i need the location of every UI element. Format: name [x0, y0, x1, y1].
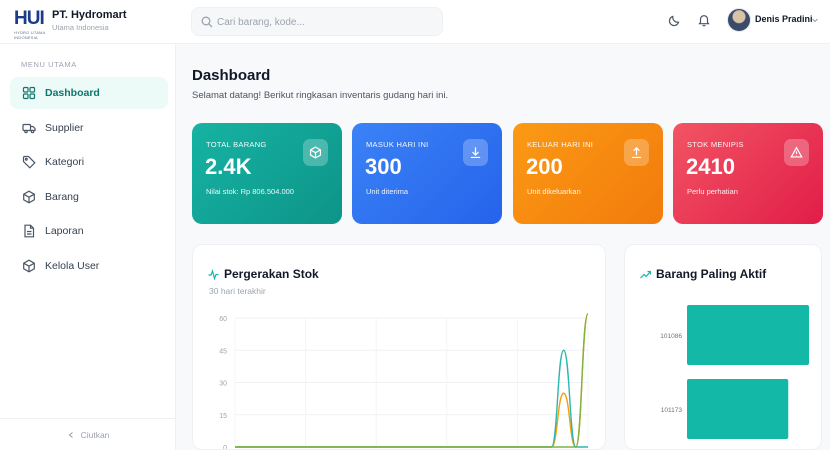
moon-icon[interactable]	[668, 13, 682, 27]
stat-label: MASUK HARI INI	[366, 140, 429, 149]
top-items-chart: 101086 101173	[660, 305, 809, 439]
logo-text: HUI	[14, 8, 45, 29]
series-line-0	[234, 313, 589, 448]
collapse-label: Ciutkan	[80, 429, 110, 440]
collapse-sidebar-button[interactable]: Ciutkan	[0, 418, 176, 450]
sidebar-item-kelola-user[interactable]: Kelola User	[10, 250, 168, 282]
user-name: Denis Pradini	[755, 14, 813, 24]
download-icon	[463, 139, 488, 166]
stat-label: STOK MENIPIS	[687, 140, 744, 149]
chevron-down-icon	[812, 18, 818, 23]
sidebar-heading: MENU UTAMA	[21, 60, 77, 69]
search-input[interactable]	[217, 13, 437, 31]
y-tick-label: 15	[219, 413, 227, 420]
stat-label: TOTAL BARANG	[206, 140, 267, 149]
stat-card-total-barang[interactable]: TOTAL BARANG 2.4K Nilai stok: Rp 806.504…	[192, 123, 342, 224]
top-items-panel: Barang Paling Aktif 101086 101173	[624, 244, 822, 450]
company-logo: HUI HYDRO UTAMA INDONESIA	[14, 8, 46, 41]
sidebar-item-label: Dashboard	[45, 87, 100, 99]
grid-icon	[22, 86, 36, 100]
sidebar-item-label: Kelola User	[45, 259, 100, 272]
warning-icon	[784, 139, 809, 166]
company-name: PT. Hydromart	[52, 9, 127, 21]
page-subtitle: Selamat datang! Berikut ringkasan invent…	[192, 90, 449, 101]
brand[interactable]: HUI HYDRO UTAMA INDONESIA PT. Hydromart …	[14, 6, 164, 41]
stock-movement-panel: Pergerakan Stok 30 hari terakhir 0 15 30 45…	[192, 244, 606, 450]
sidebar-item-dashboard[interactable]: Dashboard	[10, 77, 168, 109]
sidebar-item-label: Laporan	[45, 225, 84, 237]
stat-value: 2.4K	[205, 154, 252, 179]
stat-label: KELUAR HARI INI	[527, 140, 594, 149]
y-tick-label: 0	[223, 445, 227, 450]
stat-card-keluar[interactable]: KELUAR HARI INI 200 Unit dikeluarkan	[513, 123, 663, 224]
sidebar-item-laporan[interactable]: Laporan	[10, 215, 168, 247]
stat-card-stok-menipis[interactable]: STOK MENIPIS 2410 Perlu perhatian	[673, 123, 823, 224]
y-tick-label: 30	[219, 381, 227, 388]
top-bar: HUI HYDRO UTAMA INDONESIA PT. Hydromart …	[0, 0, 830, 44]
stat-value: 300	[365, 154, 402, 179]
cube-icon	[303, 139, 328, 166]
sidebar-item-label: Kategori	[45, 156, 85, 168]
stat-note: Unit dikeluarkan	[527, 187, 581, 196]
y-tick-label: 45	[219, 348, 227, 355]
sidebar: MENU UTAMA Dashboard Supplier Kategori B…	[0, 44, 176, 450]
stat-note: Unit diterima	[366, 187, 409, 196]
chevron-left-icon	[68, 431, 73, 438]
series-line-2	[234, 313, 589, 448]
stat-card-masuk[interactable]: MASUK HARI INI 300 Unit diterima	[352, 123, 502, 224]
search-box	[191, 7, 443, 36]
search-icon	[201, 16, 213, 28]
sidebar-item-supplier[interactable]: Supplier	[10, 112, 168, 144]
stat-note: Nilai stok: Rp 806.504.000	[206, 187, 294, 196]
users-icon	[23, 259, 35, 272]
page-title: Dashboard	[192, 67, 271, 84]
box-icon	[23, 190, 35, 203]
file-icon	[24, 224, 35, 238]
bar-category-label: 101173	[661, 407, 683, 414]
bar	[687, 379, 789, 439]
bell-icon[interactable]	[697, 13, 711, 27]
sidebar-item-kategori[interactable]: Kategori	[10, 146, 168, 178]
avatar	[727, 8, 751, 32]
stat-value: 200	[526, 154, 563, 179]
logo-subtext: HYDRO UTAMA INDONESIA	[14, 30, 46, 40]
sidebar-item-barang[interactable]: Barang	[10, 181, 168, 213]
truck-icon	[22, 123, 36, 133]
stock-movement-chart: 0 15 30 45 60	[219, 313, 589, 450]
stat-value: 2410	[686, 154, 735, 179]
series-line-1	[234, 349, 588, 448]
user-menu[interactable]: Denis Pradini	[727, 7, 822, 37]
sidebar-nav: Dashboard Supplier Kategori Barang Lapor…	[10, 77, 168, 284]
tag-icon	[22, 155, 36, 169]
sidebar-item-label: Supplier	[45, 121, 84, 134]
bar-category-label: 101086	[660, 333, 682, 340]
stat-note: Perlu perhatian	[687, 187, 738, 196]
company-subtitle: Utama Indonesia	[52, 23, 109, 32]
sidebar-item-label: Barang	[45, 190, 79, 203]
y-tick-label: 60	[219, 316, 227, 323]
bar	[687, 305, 809, 365]
upload-icon	[624, 139, 649, 166]
